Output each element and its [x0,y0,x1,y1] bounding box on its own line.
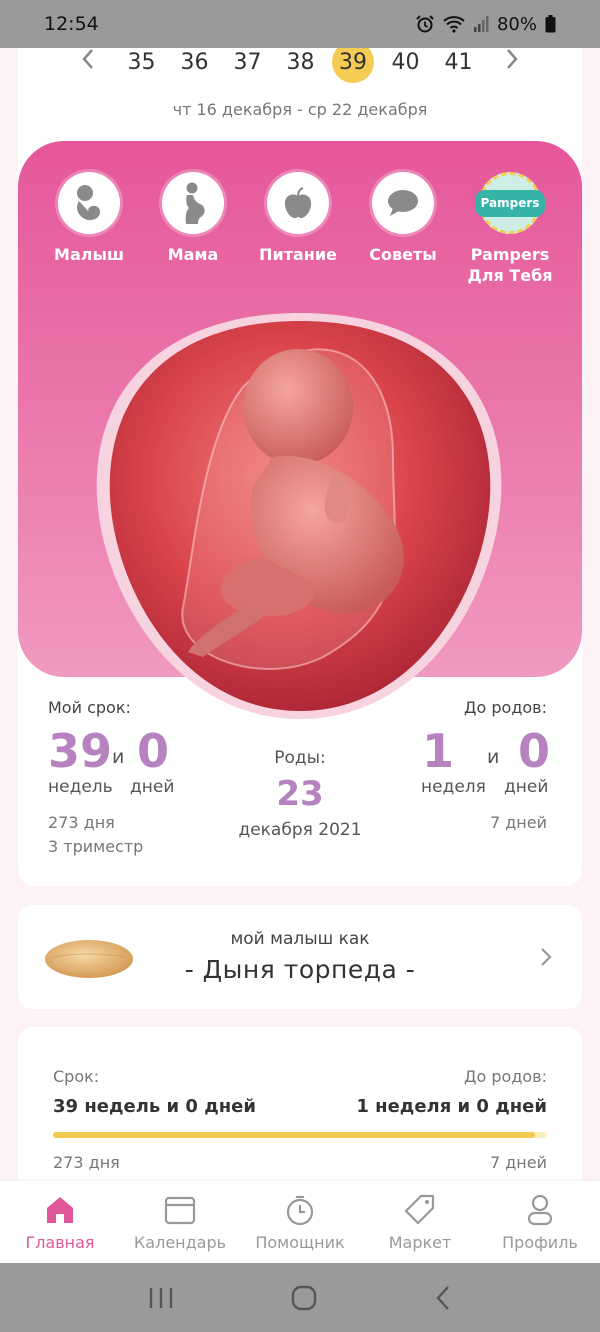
term-total-days: 273 дня [48,813,115,832]
stopwatch-icon [286,1195,314,1226]
speech-bubble-icon [372,172,434,234]
baby-icon [58,172,120,234]
term-days-unit: дней [130,777,175,797]
birth-day: 23 [276,774,324,814]
until-days-value: 0 [518,724,551,778]
week-date-range: чт 16 декабря - ср 22 декабря [172,100,428,119]
term-label: Мой срок: [48,698,131,717]
week-selector: 35 36 37 38 39 40 41 [0,41,600,83]
category-baby[interactable]: Малыш [37,172,141,265]
week-37[interactable]: 37 [221,50,274,75]
week-41[interactable]: 41 [432,50,485,75]
status-icons: 80% [415,14,556,35]
home-button-icon[interactable] [290,1284,318,1312]
term-weeks-value: 39 [48,724,113,778]
until-days-unit: дней [504,777,549,797]
pampers-logo-icon: Pampers [474,172,546,234]
category-mother[interactable]: Мама [141,172,245,265]
until-label: До родов: [464,698,547,717]
progress-until-value: 1 неделя и 0 дней [356,1096,547,1117]
apple-icon [267,172,329,234]
pregnancy-progress-bar [53,1132,547,1138]
status-time: 12:54 [44,13,99,35]
nav-assistant-label: Помощник [255,1233,345,1252]
nav-profile-label: Профиль [502,1233,578,1252]
back-icon[interactable] [433,1284,453,1312]
chevron-left-icon[interactable] [61,48,115,76]
week-40[interactable]: 40 [379,50,432,75]
progress-term-value: 39 недель и 0 дней [53,1096,257,1117]
fruit-size-card[interactable]: мой малыш как - Дыня торпеда - [18,905,582,1009]
nav-home[interactable]: Главная [0,1181,120,1263]
category-tips[interactable]: Советы [351,172,455,265]
fruit-name: - Дыня торпеда - [184,955,416,984]
week-36[interactable]: 36 [168,50,221,75]
recent-apps-icon[interactable] [147,1286,175,1310]
nav-assistant[interactable]: Помощник [240,1181,360,1263]
term-and: и [112,746,125,768]
battery-text: 80% [496,13,537,35]
nav-calendar-label: Календарь [133,1233,227,1252]
nav-calendar[interactable]: Календарь [120,1181,240,1263]
home-icon [47,1197,73,1223]
chevron-right-icon [541,948,552,966]
term-trimester: 3 триместр [48,837,144,856]
status-bar: 12:54 80% [0,0,600,48]
category-baby-label: Малыш [54,245,124,264]
wifi-icon [443,16,465,33]
battery-icon [545,15,556,33]
birth-month-year: декабря 2021 [238,820,362,840]
nav-home-label: Главная [25,1233,95,1252]
category-pampers[interactable]: Pampers Pampers Для Тебя [458,172,562,286]
profile-icon [527,1194,553,1226]
pampers-logo: Pampers [474,189,546,217]
progress-days-left: 273 дня [53,1153,120,1172]
progress-fill [53,1132,535,1138]
fruit-caption: мой малыш как [230,929,370,949]
nav-profile[interactable]: Профиль [480,1181,600,1263]
nav-market[interactable]: Маркет [360,1181,480,1263]
week-35[interactable]: 35 [115,50,168,75]
category-pampers-label-1: Pampers [470,245,550,264]
term-days-value: 0 [137,724,170,778]
progress-days-right: 7 дней [489,1153,547,1172]
week-38[interactable]: 38 [274,50,327,75]
tag-icon [404,1194,435,1225]
category-pampers-label-2: Для Тебя [467,266,553,285]
signal-icon [473,16,489,32]
category-tips-label: Советы [369,245,437,264]
nav-market-label: Маркет [388,1233,452,1252]
category-nutrition[interactable]: Питание [246,172,350,265]
birth-label: Роды: [274,748,326,768]
system-navigation-bar [0,1263,600,1332]
until-total-days: 7 дней [489,813,547,832]
until-and: и [487,746,500,768]
progress-until-label: До родов: [464,1067,547,1086]
alarm-icon [416,15,434,33]
chevron-right-icon[interactable] [485,48,539,76]
term-weeks-unit: недель [48,777,113,797]
until-weeks-unit: неделя [421,777,486,797]
bottom-navigation: Главная Календарь Помощник Маркет Профил… [0,1181,600,1263]
progress-term-label: Срок: [53,1067,100,1086]
category-mother-label: Мама [167,245,219,264]
until-weeks-value: 1 [422,724,455,778]
fetus-illustration [93,307,507,723]
category-nutrition-label: Питание [259,245,337,264]
calendar-icon [164,1196,196,1225]
pregnant-mother-icon [162,172,224,234]
